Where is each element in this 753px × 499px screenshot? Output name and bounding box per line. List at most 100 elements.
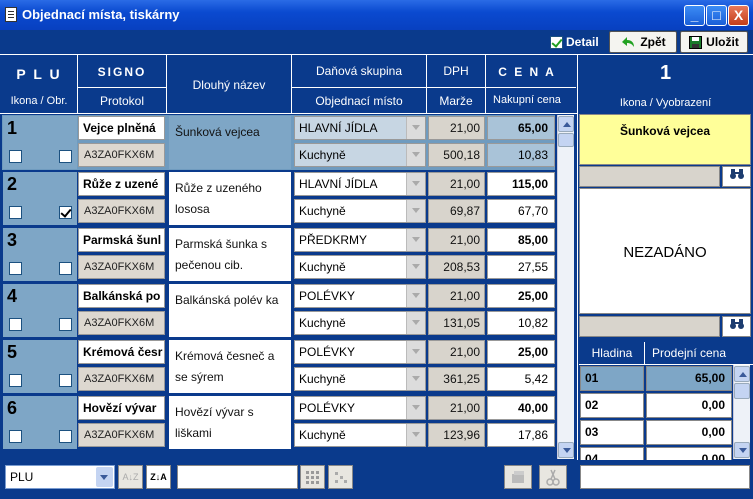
long-name-field[interactable]: Balkánská polév ka — [169, 284, 291, 337]
binoculars-icon-2[interactable] — [722, 316, 751, 337]
image-search-field[interactable] — [579, 316, 720, 337]
margin-field[interactable]: 131,05 — [428, 311, 485, 335]
plu-cell[interactable]: 1 — [3, 116, 77, 169]
price-field[interactable]: 115,00 — [487, 172, 555, 196]
order-place-select[interactable]: Kuchyně — [294, 311, 426, 335]
close-button[interactable]: X — [728, 5, 749, 26]
dph-field[interactable]: 21,00 — [428, 116, 485, 140]
detail-checkbox[interactable] — [550, 35, 563, 49]
price-field[interactable]: 85,00 — [487, 228, 555, 252]
levels-scroll-thumb[interactable] — [734, 383, 750, 399]
grid-icon[interactable] — [300, 465, 325, 489]
order-place-select[interactable]: Kuchyně — [294, 423, 426, 447]
name-search-field[interactable] — [579, 166, 720, 187]
plu-checkbox-2[interactable] — [59, 318, 72, 331]
dph-field[interactable]: 21,00 — [428, 228, 485, 252]
long-name-field[interactable]: Hovězí vývar s liškami — [169, 396, 291, 449]
plu-checkbox-2[interactable] — [59, 430, 72, 443]
purchase-price-field[interactable]: 5,42 — [487, 367, 555, 391]
chevron-down-icon[interactable] — [406, 117, 425, 139]
tax-group-select[interactable]: POLÉVKY — [294, 396, 426, 420]
table-scrollbar[interactable] — [557, 115, 574, 459]
price-field[interactable]: 65,00 — [487, 116, 555, 140]
chevron-down-icon[interactable] — [406, 285, 425, 307]
sort-az-button[interactable]: A↓Z — [118, 465, 143, 489]
maximize-button[interactable]: □ — [706, 5, 727, 26]
plu-checkbox-1[interactable] — [9, 430, 22, 443]
purchase-price-field[interactable]: 27,55 — [487, 255, 555, 279]
dph-field[interactable]: 21,00 — [428, 172, 485, 196]
dph-field[interactable]: 21,00 — [428, 284, 485, 308]
tax-group-select[interactable]: PŘEDKRMY — [294, 228, 426, 252]
chevron-down-icon[interactable] — [406, 173, 425, 195]
protokol-field[interactable]: A3ZA0FKX6M — [78, 423, 165, 447]
sort-za-button[interactable]: Z↓A — [146, 465, 171, 489]
scroll-up-button[interactable] — [558, 116, 574, 132]
signo-field[interactable]: Krémová česr — [78, 340, 165, 364]
chevron-down-icon[interactable] — [406, 424, 425, 446]
chevron-down-icon[interactable] — [406, 256, 425, 278]
table-row[interactable]: 3 Parmská šunl A3ZA0FKX6M Parmská šunka … — [2, 227, 555, 282]
margin-field[interactable]: 69,87 — [428, 199, 485, 223]
chevron-down-icon[interactable] — [406, 397, 425, 419]
protokol-field[interactable]: A3ZA0FKX6M — [78, 311, 165, 335]
purchase-price-field[interactable]: 10,83 — [487, 143, 555, 167]
chevron-down-icon[interactable] — [406, 312, 425, 334]
plu-cell[interactable]: 5 — [3, 340, 77, 393]
plu-checkbox-2[interactable] — [59, 150, 72, 163]
table-row[interactable]: 6 Hovězí vývar A3ZA0FKX6M Hovězí vývar s… — [2, 395, 555, 450]
scroll-down-button[interactable] — [558, 442, 574, 458]
price-field[interactable]: 25,00 — [487, 340, 555, 364]
table-row[interactable]: 1 Vejce plněná A3ZA0FKX6M Šunková vejcea… — [2, 115, 555, 170]
long-name-field[interactable]: Parmská šunka s pečenou cib. — [169, 228, 291, 281]
protokol-field[interactable]: A3ZA0FKX6M — [78, 255, 165, 279]
save-button[interactable]: Uložit — [680, 31, 748, 53]
plu-checkbox-1[interactable] — [9, 262, 22, 275]
signo-field[interactable]: Parmská šunl — [78, 228, 165, 252]
scroll-thumb[interactable] — [558, 133, 574, 147]
levels-scrollbar[interactable] — [733, 365, 750, 459]
order-place-select[interactable]: Kuchyně — [294, 367, 426, 391]
signo-field[interactable]: Hovězí vývar — [78, 396, 165, 420]
purchase-price-field[interactable]: 17,86 — [487, 423, 555, 447]
price-field[interactable]: 40,00 — [487, 396, 555, 420]
chevron-down-icon[interactable] — [406, 341, 425, 363]
long-name-field[interactable]: Růže z uzeného lososa — [169, 172, 291, 225]
order-place-select[interactable]: Kuchyně — [294, 143, 426, 167]
chevron-down-icon[interactable] — [406, 200, 425, 222]
plu-checkbox-1[interactable] — [9, 206, 22, 219]
long-name-field[interactable]: Šunková vejcea — [169, 116, 291, 169]
plu-checkbox-1[interactable] — [9, 374, 22, 387]
price-field[interactable]: 25,00 — [487, 284, 555, 308]
sort-select[interactable]: PLU — [5, 465, 115, 489]
margin-field[interactable]: 208,53 — [428, 255, 485, 279]
table-row[interactable]: 2 Růže z uzené A3ZA0FKX6M Růže z uzeného… — [2, 171, 555, 226]
tax-group-select[interactable]: POLÉVKY — [294, 340, 426, 364]
plu-cell[interactable]: 3 — [3, 228, 77, 281]
protokol-field[interactable]: A3ZA0FKX6M — [78, 143, 165, 167]
dots-icon[interactable] — [328, 465, 353, 489]
plu-checkbox-2[interactable] — [59, 262, 72, 275]
scissors-icon[interactable] — [539, 465, 567, 489]
signo-field[interactable]: Balkánská po — [78, 284, 165, 308]
chevron-down-icon[interactable] — [96, 467, 113, 487]
margin-field[interactable]: 361,25 — [428, 367, 485, 391]
long-name-field[interactable]: Krémová česneč a se sýrem — [169, 340, 291, 393]
tax-group-select[interactable]: POLÉVKY — [294, 284, 426, 308]
detail-toggle[interactable]: Detail — [550, 35, 599, 49]
plu-checkbox-1[interactable] — [9, 318, 22, 331]
plu-cell[interactable]: 2 — [3, 172, 77, 225]
chevron-down-icon[interactable] — [406, 229, 425, 251]
search-input[interactable] — [177, 465, 298, 489]
table-row[interactable]: 4 Balkánská po A3ZA0FKX6M Balkánská polé… — [2, 283, 555, 338]
order-place-select[interactable]: Kuchyně — [294, 255, 426, 279]
plu-cell[interactable]: 4 — [3, 284, 77, 337]
margin-field[interactable]: 500,18 — [428, 143, 485, 167]
purchase-price-field[interactable]: 10,82 — [487, 311, 555, 335]
dph-field[interactable]: 21,00 — [428, 396, 485, 420]
plu-checkbox-2[interactable] — [59, 206, 72, 219]
table-row[interactable]: 5 Krémová česr A3ZA0FKX6M Krémová česneč… — [2, 339, 555, 394]
dph-field[interactable]: 21,00 — [428, 340, 485, 364]
open-folder-icon[interactable] — [504, 465, 532, 489]
margin-field[interactable]: 123,96 — [428, 423, 485, 447]
